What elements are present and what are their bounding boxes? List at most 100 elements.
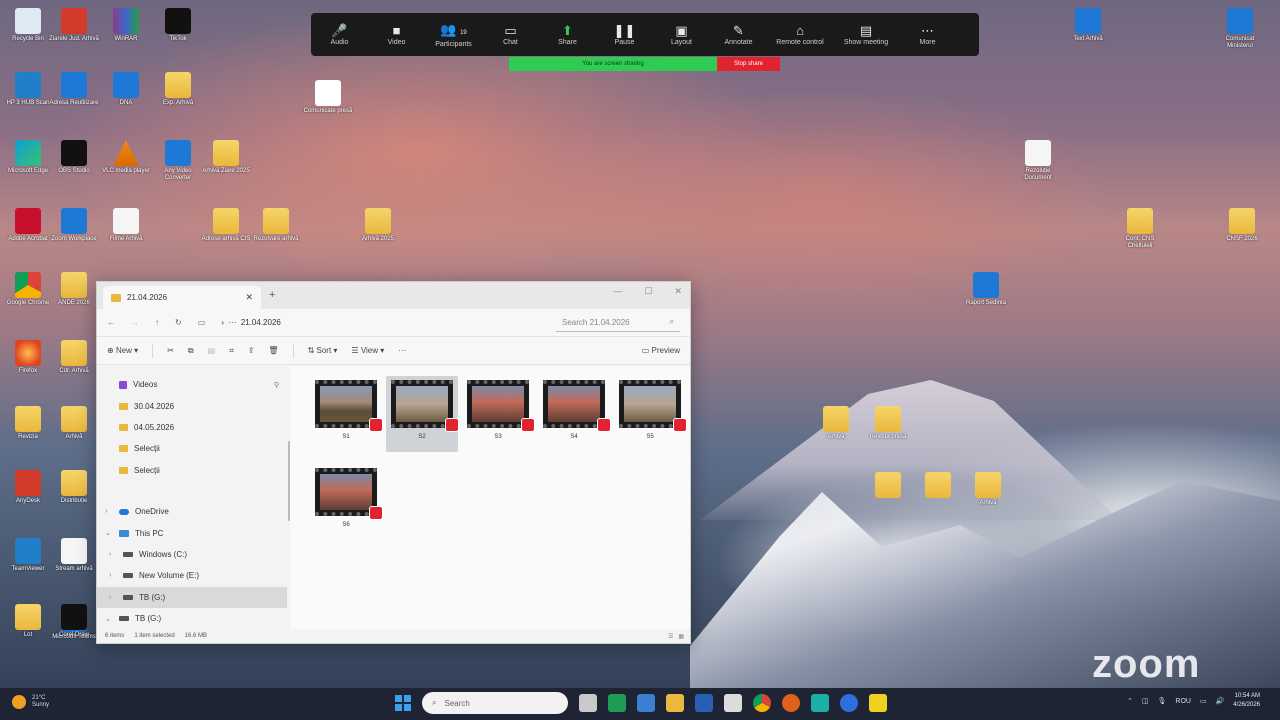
desktop-icon[interactable]: TikTok	[152, 8, 204, 43]
desktop-icon[interactable]: Comunicat Ministerul	[1214, 8, 1266, 50]
desktop-icon[interactable]: Arhivă 2025	[352, 208, 404, 243]
mail-icon[interactable]	[637, 694, 655, 712]
nav-item[interactable]: 30.04.2026	[97, 395, 287, 416]
desktop-icon[interactable]: Ziarele Jud. Arhivă	[48, 8, 100, 43]
refresh-icon[interactable]: ↻	[175, 318, 182, 327]
sort-button[interactable]: ⇅ Sort ▾	[308, 346, 338, 355]
desktop-icon[interactable]: Exp. Arhivă	[152, 72, 204, 107]
volume-icon[interactable]: 🔊	[1216, 697, 1225, 705]
chevron-up-icon[interactable]: ⌃	[1127, 697, 1133, 705]
back-icon[interactable]: ←	[107, 318, 115, 327]
nav-item[interactable]: › OneDrive	[97, 501, 287, 522]
desktop-icon[interactable]: Adobe Acrobat	[2, 208, 54, 243]
desktop-icon[interactable]: Revizia	[2, 406, 54, 441]
participants-button[interactable]: 👥 19 Participants	[425, 13, 482, 56]
address-field[interactable]: › ··· 21.04.2026	[221, 318, 489, 327]
sticky-notes-icon[interactable]	[869, 694, 887, 712]
more-button[interactable]: ⋯ More	[899, 13, 956, 56]
desktop-icon[interactable]: Arhivă	[48, 406, 100, 441]
desktop-icon[interactable]	[912, 472, 964, 500]
desktop-icon[interactable]: Cont. CNS Cheltuieli	[1114, 208, 1166, 250]
video-file[interactable]: S6	[310, 464, 383, 540]
show-meeting-button[interactable]: ▤ Show meeting	[833, 13, 899, 56]
share-icon[interactable]: ⇪	[248, 346, 255, 355]
stop-share-button[interactable]: Stop share	[717, 57, 780, 71]
desktop-icon[interactable]: Filme Arhivă	[100, 208, 152, 243]
nav-item[interactable]: 04.05.2026	[97, 417, 287, 438]
nav-item[interactable]: › Windows (C:)	[97, 544, 287, 565]
desktop-icon[interactable]: Zoom Workplace	[48, 208, 100, 243]
notepad-icon[interactable]	[724, 694, 742, 712]
desktop-icon[interactable]: Microsoft Edge	[2, 140, 54, 175]
nav-item[interactable]: › TB (G:)	[97, 586, 287, 608]
new-button[interactable]: ⊕ New ▾	[107, 346, 138, 355]
cut-icon[interactable]: ✂	[167, 346, 174, 355]
clock[interactable]: 10:54 AM 4/26/2026	[1233, 692, 1260, 710]
nav-item[interactable]: ⌄ TB (G:)	[97, 608, 287, 629]
video-file[interactable]: S4	[538, 376, 611, 452]
network-icon[interactable]: ◫	[1142, 697, 1149, 705]
microphone-icon[interactable]: 🎙	[1158, 697, 1167, 705]
desktop-icon[interactable]: Lot	[2, 604, 54, 639]
desktop-icon[interactable]: Distribuție	[48, 470, 100, 505]
desktop-icon[interactable]: Adrese arhivă CIS	[200, 208, 252, 243]
desktop-icon[interactable]: AnyDesk	[2, 470, 54, 505]
desktop-icon[interactable]	[862, 472, 914, 500]
desktop-icon[interactable]: Rezolvare arhivă	[250, 208, 302, 243]
tiles-view-icon[interactable]: ▦	[678, 633, 684, 640]
desktop-icon[interactable]: Raport Sedinta	[960, 272, 1012, 307]
nav-item[interactable]: ⌄ This PC	[97, 522, 287, 543]
nav-item[interactable]: › New Volume (E:)	[97, 565, 287, 586]
maximize-icon[interactable]: ☐	[644, 286, 652, 297]
desktop-icon[interactable]: ANDE 2026	[48, 272, 100, 307]
search-box[interactable]: Search 21.04.2026 ⌕	[556, 314, 680, 332]
desktop-icon[interactable]: Recycle Bin	[2, 8, 54, 43]
new-tab-icon[interactable]: +	[269, 289, 275, 301]
share-button[interactable]: ⬆ Share	[539, 13, 596, 56]
up-icon[interactable]: ↑	[155, 318, 159, 327]
zoom-icon[interactable]	[840, 694, 858, 712]
desktop-icon[interactable]: Google Chrome	[2, 272, 54, 307]
desktop-icon[interactable]: Revista presă	[862, 406, 914, 441]
file-explorer-icon[interactable]	[666, 694, 684, 712]
delete-icon[interactable]: 🗑	[268, 346, 278, 355]
desktop-icon[interactable]: Adresa Reutilizare	[48, 72, 100, 107]
desktop-icon[interactable]: Stream arhivă	[48, 538, 100, 573]
details-view-icon[interactable]: ☰	[668, 633, 673, 640]
chevron-down-icon[interactable]: ⌄	[105, 529, 111, 537]
desktop-icon[interactable]: Corel Draw	[48, 604, 100, 639]
desktop-icon[interactable]: Arhivă Ziare 2025	[200, 140, 252, 175]
weather-widget[interactable]: 21°C Sunny	[12, 695, 49, 709]
close-tab-icon[interactable]: ✕	[245, 292, 253, 303]
desktop-icon[interactable]: OBS Studio	[48, 140, 100, 175]
layout-button[interactable]: ▣ Layout	[653, 13, 710, 56]
paste-icon[interactable]: ▤	[208, 346, 216, 355]
preview-button[interactable]: ▭ Preview	[642, 346, 680, 355]
language-indicator[interactable]: ROU	[1175, 698, 1191, 705]
monitor-icon[interactable]: ▭	[198, 318, 206, 327]
audio-button[interactable]: 🎤 Audio	[311, 13, 368, 56]
minimize-icon[interactable]: —	[613, 286, 622, 297]
chevron-right-icon[interactable]: ›	[109, 572, 111, 579]
chevron-right-icon[interactable]: ›	[109, 594, 111, 601]
video-button[interactable]: ■ Video	[368, 13, 425, 56]
rename-icon[interactable]: ⌗	[229, 346, 234, 356]
video-file[interactable]: S1	[310, 376, 383, 452]
chat-button[interactable]: ▭ Chat	[482, 13, 539, 56]
word-icon[interactable]	[695, 694, 713, 712]
desktop-icon[interactable]: DNA	[100, 72, 152, 107]
desktop-icon[interactable]: Arhivă	[810, 406, 862, 441]
annotate-button[interactable]: ✎ Annotate	[710, 13, 767, 56]
nav-item[interactable]: Selecții	[97, 460, 287, 481]
copy-icon[interactable]: ⧉	[188, 346, 194, 356]
chrome-icon[interactable]	[753, 694, 771, 712]
desktop-icon[interactable]: Firefox	[2, 340, 54, 375]
desktop-icon[interactable]: VLC media player	[100, 140, 152, 175]
desktop-icon[interactable]: Cdr. Arhivă	[48, 340, 100, 375]
nav-item[interactable]: Videos ⚲	[97, 374, 287, 395]
view-button[interactable]: ☰ View ▾	[351, 346, 384, 355]
task-view-icon[interactable]	[579, 694, 597, 712]
desktop-icon[interactable]: HP 3 HUB Scan	[2, 72, 54, 107]
windows-start-icon[interactable]	[395, 695, 411, 711]
video-file[interactable]: S2	[386, 376, 459, 452]
